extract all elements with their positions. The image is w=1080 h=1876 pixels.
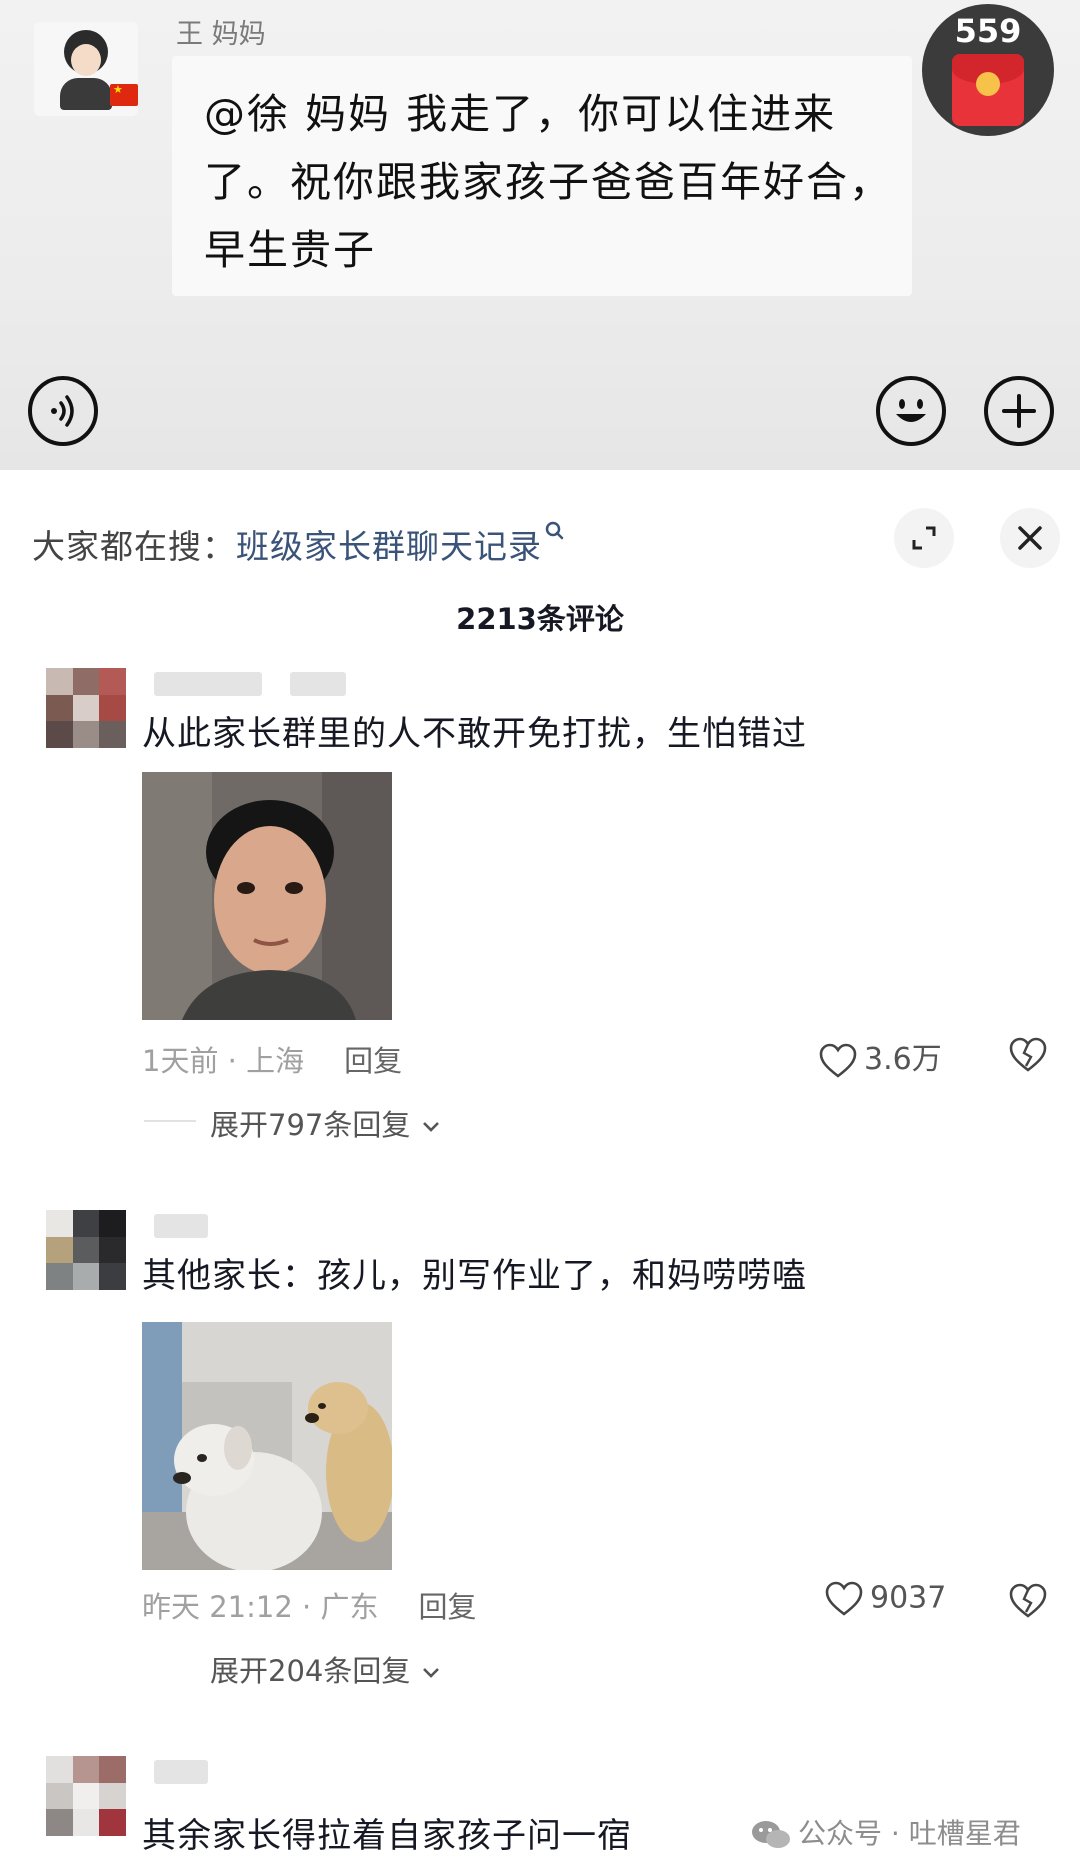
search-suggestion[interactable]: 大家都在搜：班级家长群聊天记录: [32, 520, 566, 568]
expand-divider: [144, 1120, 196, 1122]
close-icon[interactable]: [1000, 508, 1060, 568]
voice-icon-glyph: [51, 395, 74, 427]
two-dogs-image: [142, 1322, 392, 1570]
reply-button[interactable]: 回复: [344, 1044, 402, 1078]
commenter-avatar[interactable]: [46, 1210, 126, 1290]
red-envelope-icon: [952, 54, 1024, 126]
commenter-name-blurred[interactable]: [154, 672, 262, 696]
commenter-avatar[interactable]: [46, 1756, 126, 1836]
emoji-icon[interactable]: [876, 376, 946, 446]
commenter-name-blurred[interactable]: [154, 1214, 208, 1238]
comment-text: 从此家长群里的人不敢开免打扰，生怕错过: [142, 714, 807, 754]
comment-meta: 昨天 21:12 · 广东 回复: [142, 1584, 476, 1626]
comment-time-location: 昨天 21:12 · 广东: [142, 1590, 379, 1624]
watermark-text: 公众号 · 吐槽星君: [798, 1817, 1021, 1850]
avatar-face: [71, 44, 101, 76]
red-packet-button[interactable]: 559: [922, 4, 1054, 136]
close-icon-glyph: [1018, 526, 1042, 550]
broken-heart-icon: [1009, 1037, 1047, 1072]
expand-icon-glyph: [912, 526, 936, 550]
expand-icon[interactable]: [894, 508, 954, 568]
man-meme-image: [142, 772, 392, 1020]
chat-message-text: @徐 妈妈 我走了，你可以住进来了。祝你跟我家孩子爸爸百年好合，早生贵子: [204, 90, 892, 274]
chat-background: 王 妈妈 @徐 妈妈 我走了，你可以住进来了。祝你跟我家孩子爸爸百年好合，早生贵…: [0, 0, 1080, 470]
comment-text: 其他家长：孩儿，别写作业了，和妈唠唠嗑: [142, 1256, 807, 1296]
china-flag-icon: [110, 83, 138, 106]
broken-heart-icon: [1009, 1583, 1047, 1618]
dislike-button[interactable]: [1008, 1036, 1048, 1078]
heart-icon: [825, 1581, 863, 1616]
expand-replies[interactable]: 展开797条回复: [210, 1102, 442, 1144]
expand-replies[interactable]: 展开204条回复: [210, 1648, 442, 1690]
search-suggestion-prefix: 大家都在搜：: [32, 527, 236, 566]
wechat-icon: [752, 1821, 790, 1848]
search-suggestion-term[interactable]: 班级家长群聊天记录: [236, 527, 542, 566]
heart-icon: [819, 1043, 857, 1078]
man-meme-photo[interactable]: [142, 772, 392, 1020]
dislike-button[interactable]: [1008, 1582, 1048, 1624]
plus-icon[interactable]: [984, 376, 1054, 446]
like-count: 9037: [870, 1580, 947, 1616]
like-count: 3.6万: [864, 1042, 942, 1077]
reply-button[interactable]: 回复: [418, 1590, 476, 1624]
like-button[interactable]: 3.6万: [818, 1034, 942, 1080]
avatar-body: [60, 78, 112, 110]
commenter-avatar[interactable]: [46, 668, 126, 748]
expand-replies-label: 展开204条回复: [210, 1654, 411, 1688]
red-packet-count: 559: [954, 12, 1022, 50]
chat-message-bubble[interactable]: @徐 妈妈 我走了，你可以住进来了。祝你跟我家孩子爸爸百年好合，早生贵子: [172, 56, 912, 296]
commenter-name-blurred[interactable]: [154, 1760, 208, 1784]
expand-replies-label: 展开797条回复: [210, 1108, 411, 1142]
comment-count: 2213条评论: [456, 602, 624, 636]
emoji-icon-glyph: [896, 399, 926, 422]
voice-icon[interactable]: [28, 376, 98, 446]
chevron-down-icon: [422, 1668, 439, 1678]
comment-meta: 1天前 · 上海 回复: [142, 1038, 402, 1080]
two-dogs-photo[interactable]: [142, 1322, 392, 1570]
chat-sender-avatar[interactable]: [34, 22, 138, 116]
chevron-down-icon: [422, 1122, 439, 1132]
like-button[interactable]: 9037: [824, 1580, 946, 1618]
commenter-tag-blurred: [290, 672, 346, 696]
comment-time-location: 1天前 · 上海: [142, 1044, 305, 1078]
watermark: 公众号 · 吐槽星君: [750, 1812, 1021, 1852]
chat-sender-name: 王 妈妈: [176, 19, 266, 50]
plus-icon-glyph: [1002, 394, 1036, 428]
search-icon: [545, 521, 564, 540]
comment-text: 其余家长得拉着自家孩子问一宿: [142, 1816, 632, 1856]
